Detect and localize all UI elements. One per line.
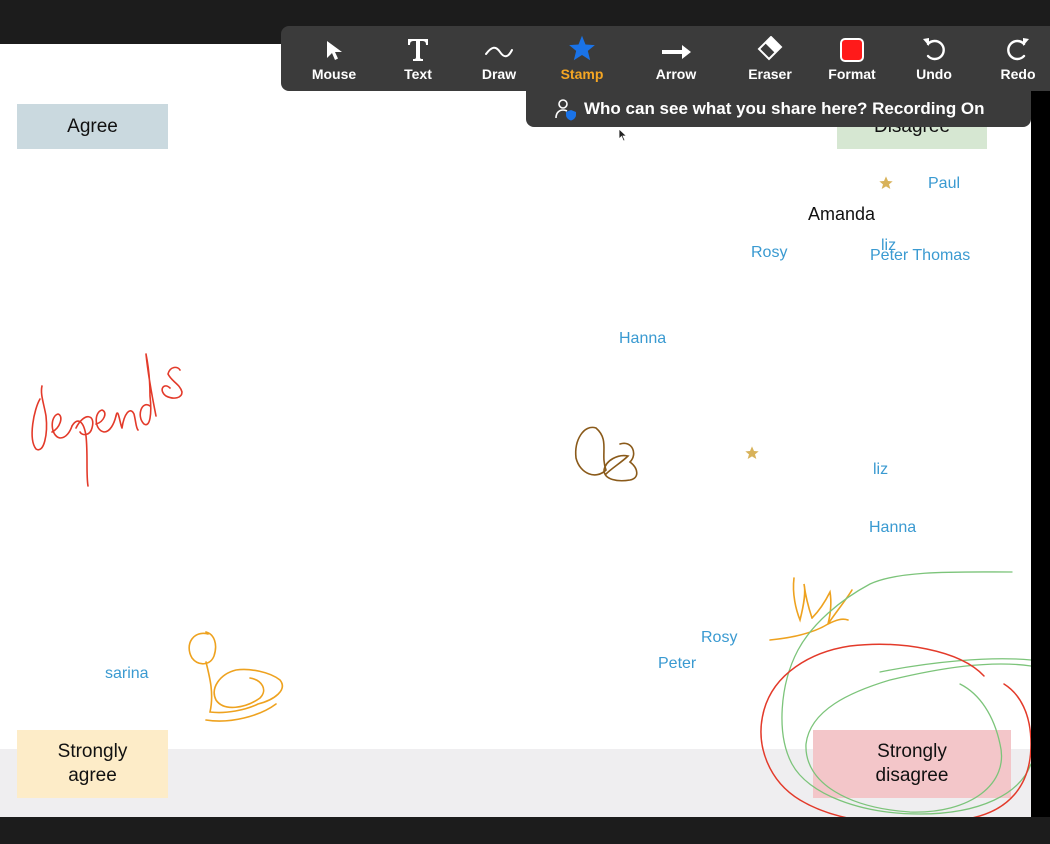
tool-draw[interactable]: Draw <box>472 26 526 91</box>
share-visibility-banner[interactable]: Who can see what you share here? Recordi… <box>526 91 1031 127</box>
text-T-icon <box>408 39 428 61</box>
mouse-pointer-icon <box>618 128 628 142</box>
color-swatch-icon <box>840 38 864 62</box>
tool-draw-label: Draw <box>481 66 517 82</box>
scribble-red <box>760 643 1031 817</box>
tool-arrow-label: Arrow <box>655 66 697 82</box>
tool-redo[interactable]: Redo <box>990 26 1046 91</box>
tool-mouse-label: Mouse <box>311 66 357 82</box>
annotation-drawings <box>31 353 1031 817</box>
tool-stamp-label: Stamp <box>560 66 604 82</box>
tool-redo-label: Redo <box>1000 66 1036 82</box>
bottom-edge <box>0 817 1050 844</box>
tool-eraser[interactable]: Eraser <box>743 26 797 91</box>
whiteboard-canvas[interactable]: Agree Disagree Strongly agree Strongly d… <box>0 44 1031 817</box>
squiggle-icon <box>485 46 513 58</box>
tool-arrow[interactable]: Arrow <box>648 26 704 91</box>
handwriting-depends <box>31 353 183 487</box>
tool-text-label: Text <box>404 66 432 82</box>
redo-icon <box>1007 38 1029 61</box>
cursor-arrow-icon <box>327 41 342 60</box>
undo-icon <box>923 38 945 61</box>
tool-stamp[interactable]: Stamp <box>553 26 611 91</box>
scribble-orange-left <box>188 631 283 722</box>
star-icon <box>569 35 595 61</box>
tool-format[interactable]: Format <box>823 26 881 91</box>
scribble-brown <box>574 426 638 482</box>
tool-mouse[interactable]: Mouse <box>305 26 363 91</box>
share-banner-text: Who can see what you share here? Recordi… <box>584 99 985 118</box>
right-arrow-icon <box>662 45 691 59</box>
tool-undo-label: Undo <box>916 66 952 82</box>
eraser-icon <box>757 36 783 61</box>
annotation-toolbar: Mouse Text Draw Stamp Arrow Eraser Forma… <box>281 26 1050 91</box>
tool-undo[interactable]: Undo <box>907 26 961 91</box>
tool-format-label: Format <box>828 66 876 82</box>
tool-eraser-label: Eraser <box>748 66 792 82</box>
window-edge <box>1031 44 1050 817</box>
tool-text[interactable]: Text <box>391 26 445 91</box>
person-shield-icon <box>555 99 576 121</box>
